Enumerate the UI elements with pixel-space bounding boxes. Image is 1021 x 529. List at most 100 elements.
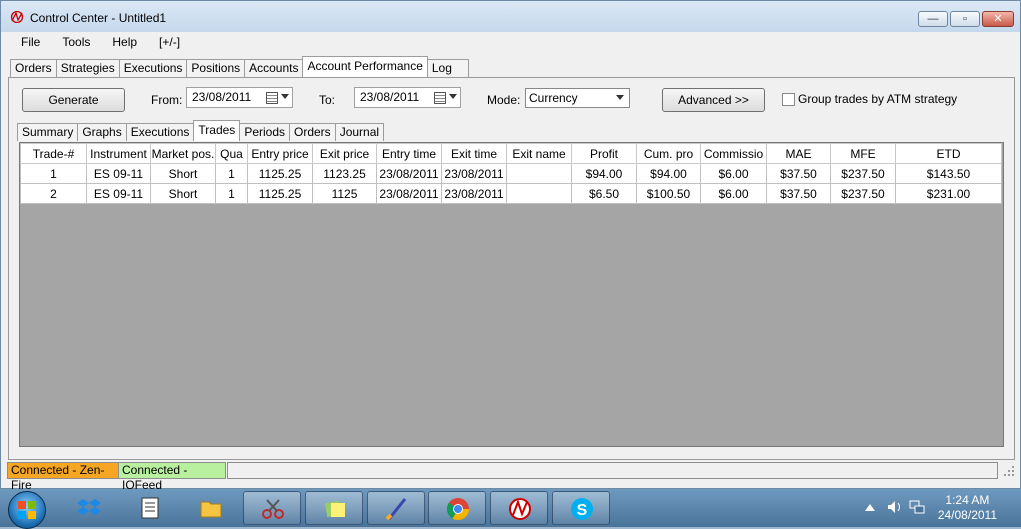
column-header[interactable]: Entry price [247, 143, 313, 164]
taskbar-paint[interactable] [367, 491, 425, 525]
start-button[interactable] [8, 491, 46, 529]
tab-trades[interactable]: Trades [193, 120, 241, 141]
mode-label: Mode: [487, 93, 521, 107]
to-label: To: [319, 93, 336, 107]
clock-time: 1:24 AM [945, 493, 990, 507]
to-date-picker[interactable]: 23/08/2011 [354, 87, 461, 108]
column-header[interactable]: Exit time [441, 143, 507, 164]
table-cell: 23/08/2011 [441, 183, 507, 204]
trades-table: Trade-# Instrument Market pos. Qua Entry… [20, 143, 1002, 204]
table-cell: 1125 [312, 183, 377, 204]
tab-positions[interactable]: Positions [186, 59, 246, 77]
table-cell [506, 183, 572, 204]
mode-value: Currency [529, 91, 578, 105]
maximize-button[interactable]: ▫ [950, 11, 980, 27]
title-bar: Control Center - Untitled1 — ▫ ✕ [1, 1, 1020, 32]
tab-strategies[interactable]: Strategies [55, 59, 120, 77]
window-title: Control Center - Untitled1 [30, 11, 167, 25]
chevron-down-icon [281, 94, 289, 99]
resize-grip-icon[interactable] [1004, 466, 1014, 476]
group-trades-checkbox[interactable] [782, 93, 795, 106]
from-label: From: [151, 93, 183, 107]
clock[interactable]: 1:24 AM 24/08/2011 [938, 493, 997, 523]
network-icon[interactable] [909, 500, 925, 514]
column-header[interactable]: Trade-# [20, 143, 87, 164]
table-cell: 23/08/2011 [441, 163, 507, 184]
tab-orders-sub[interactable]: Orders [289, 123, 336, 141]
taskbar-notepad[interactable] [121, 491, 179, 525]
table-cell [506, 163, 572, 184]
skype-icon: S [571, 498, 593, 520]
table-header-row: Trade-# Instrument Market pos. Qua Entry… [20, 143, 1002, 164]
volume-icon[interactable] [887, 500, 903, 514]
tab-summary[interactable]: Summary [17, 123, 79, 141]
table-cell: 1 [20, 163, 87, 184]
close-button[interactable]: ✕ [982, 11, 1014, 27]
generate-button[interactable]: Generate [22, 88, 125, 112]
tab-account-performance[interactable]: Account Performance [302, 56, 428, 77]
table-row[interactable]: 2 ES 09-11 Short 1 1125.25 1125 23/08/20… [20, 183, 1002, 204]
table-cell: 1123.25 [312, 163, 377, 184]
column-header[interactable]: Exit name [506, 143, 572, 164]
dropbox-icon [77, 499, 101, 515]
taskbar-skype[interactable]: S [552, 491, 610, 525]
menu-help[interactable]: Help [99, 32, 146, 54]
tab-graphs[interactable]: Graphs [77, 123, 127, 141]
clock-date: 24/08/2011 [937, 508, 997, 522]
notepad-icon [141, 497, 159, 519]
control-center-window: Control Center - Untitled1 — ▫ ✕ File To… [0, 0, 1021, 492]
table-cell: $6.00 [700, 183, 767, 204]
table-cell: 2 [20, 183, 87, 204]
mode-select[interactable]: Currency [525, 88, 630, 108]
taskbar-snipping-tool[interactable] [243, 491, 301, 525]
status-bar: Connected - Zen-Fire Connected - IQFeed [1, 462, 1020, 492]
column-header[interactable]: Exit price [312, 143, 377, 164]
show-hidden-icons-icon[interactable] [865, 503, 875, 511]
taskbar-explorer[interactable] [182, 491, 240, 525]
taskbar-ninjatrader[interactable] [490, 491, 548, 525]
table-cell: $94.00 [636, 163, 701, 184]
table-cell: $94.00 [571, 163, 637, 184]
tab-executions-sub[interactable]: Executions [125, 123, 195, 141]
column-header[interactable]: Profit [571, 143, 637, 164]
menu-toggle[interactable]: [+/-] [146, 32, 189, 54]
taskbar-chrome[interactable] [428, 491, 486, 525]
ninjatrader-logo-icon [10, 11, 24, 23]
tab-periods[interactable]: Periods [239, 123, 290, 141]
column-header[interactable]: MAE [766, 143, 831, 164]
table-cell: Short [150, 183, 216, 204]
taskbar-sticky-notes[interactable] [305, 491, 363, 525]
column-header[interactable]: Entry time [376, 143, 442, 164]
tab-accounts[interactable]: Accounts [244, 59, 304, 77]
column-header[interactable]: MFE [830, 143, 896, 164]
table-cell: 23/08/2011 [376, 183, 442, 204]
tab-executions[interactable]: Executions [118, 59, 188, 77]
table-cell: $231.00 [895, 183, 1002, 204]
tab-journal[interactable]: Journal [334, 123, 385, 141]
column-header[interactable]: ETD [895, 143, 1002, 164]
column-header[interactable]: Market pos. [150, 143, 216, 164]
group-trades-label: Group trades by ATM strategy [798, 92, 958, 106]
windows-logo-icon [18, 501, 36, 519]
column-header[interactable]: Qua [215, 143, 248, 164]
from-date-picker[interactable]: 23/08/2011 [186, 87, 293, 108]
tab-log[interactable]: Log [426, 59, 469, 77]
table-cell: 1125.25 [247, 163, 313, 184]
table-cell: 1125.25 [247, 183, 313, 204]
table-cell: $237.50 [830, 183, 896, 204]
column-header[interactable]: Cum. pro [636, 143, 701, 164]
trades-grid[interactable]: Trade-# Instrument Market pos. Qua Entry… [19, 142, 1004, 447]
chrome-icon [447, 498, 469, 520]
menu-tools[interactable]: Tools [49, 32, 99, 54]
advanced-button[interactable]: Advanced >> [662, 88, 765, 112]
table-row[interactable]: 1 ES 09-11 Short 1 1125.25 1123.25 23/08… [20, 163, 1002, 184]
tab-orders[interactable]: Orders [10, 59, 57, 77]
to-date-value: 23/08/2011 [360, 90, 420, 104]
minimize-button[interactable]: — [918, 11, 948, 27]
paint-brush-icon [385, 498, 407, 521]
taskbar-dropbox[interactable] [60, 491, 118, 525]
column-header[interactable]: Commissio [700, 143, 767, 164]
menu-file[interactable]: File [8, 32, 49, 54]
sub-tab-strip: Summary Graphs Executions Trades Periods… [17, 120, 385, 141]
column-header[interactable]: Instrument [86, 143, 151, 164]
